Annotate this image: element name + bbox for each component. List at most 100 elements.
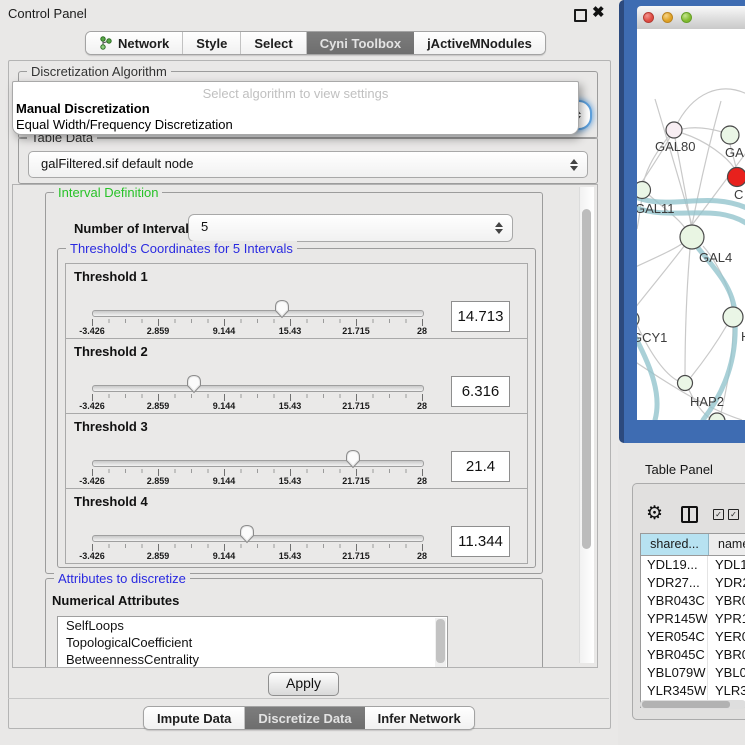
list-scrollbar[interactable] xyxy=(435,618,446,668)
network-node-gal11[interactable] xyxy=(637,182,651,199)
network-node-h[interactable] xyxy=(723,307,743,327)
threshold-value-field[interactable]: 14.713 xyxy=(451,301,510,332)
cell-shared-name[interactable]: YER054C xyxy=(641,628,708,646)
network-graph[interactable]: GAL80GACGAL11GAL4GCY1HHAP2 xyxy=(637,29,745,420)
slider-track[interactable] xyxy=(92,385,424,392)
table-row[interactable]: YDL19...YDL1 xyxy=(641,556,745,574)
cell-shared-name[interactable]: YDR27... xyxy=(641,574,708,592)
cell-shared-name[interactable]: YLR345W xyxy=(641,682,708,700)
cell-name[interactable]: YDL1 xyxy=(708,556,745,574)
cell-name[interactable]: YPR1 xyxy=(708,610,745,628)
apply-button[interactable]: Apply xyxy=(268,672,339,696)
numerical-attributes-list[interactable]: SelfLoopsTopologicalCoefficientBetweenne… xyxy=(57,616,448,668)
threshold-3-row: Threshold 3-3.4262.8599.14415.4321.71528… xyxy=(65,413,528,489)
group-title: Threshold's Coordinates for 5 Intervals xyxy=(66,241,297,256)
slider-thumb[interactable] xyxy=(345,449,361,469)
cell-name[interactable]: YBL0 xyxy=(708,664,745,682)
tab-discretize-data[interactable]: Discretize Data xyxy=(245,707,364,729)
cell-name[interactable]: YBR0 xyxy=(708,646,745,664)
tab-style[interactable]: Style xyxy=(183,32,241,54)
group-title: Interval Definition xyxy=(54,185,162,200)
slider-tick-label: 2.859 xyxy=(128,551,188,561)
table-row[interactable]: YLR345WYLR3 xyxy=(641,682,745,700)
attribute-item-topologicalcoefficient[interactable]: TopologicalCoefficient xyxy=(58,634,447,651)
checkbox-icon[interactable]: ✓ xyxy=(728,509,739,520)
table-data-combo[interactable]: galFiltered.sif default node xyxy=(28,151,588,178)
attribute-item-selfloops[interactable]: SelfLoops xyxy=(58,617,447,634)
slider-track[interactable] xyxy=(92,535,424,542)
network-node-c[interactable] xyxy=(728,168,745,187)
slider-thumb[interactable] xyxy=(239,524,255,544)
cell-shared-name[interactable]: YBR043C xyxy=(641,592,708,610)
minimize-light-icon[interactable] xyxy=(662,12,673,23)
popup-option-equal-width-frequency[interactable]: Equal Width/Frequency Discretization xyxy=(16,117,233,132)
column-header-name[interactable]: name xyxy=(709,534,745,555)
table-row[interactable]: YPR145WYPR1 xyxy=(641,610,745,628)
tab-cyni-toolbox[interactable]: Cyni Toolbox xyxy=(307,32,414,54)
scrollbar-thumb[interactable] xyxy=(582,209,591,549)
table-row[interactable]: YDR27...YDR2 xyxy=(641,574,745,592)
attribute-item-betweennesscentrality[interactable]: BetweennessCentrality xyxy=(58,651,447,668)
threshold-value-field[interactable]: 11.344 xyxy=(451,526,510,557)
popup-option-manual-discretization[interactable]: Manual Discretization xyxy=(16,101,150,116)
scrollbar-thumb[interactable] xyxy=(642,701,730,708)
network-edge[interactable] xyxy=(691,325,727,377)
table-row[interactable]: YBL079WYBL0 xyxy=(641,664,745,682)
node-attribute-table[interactable]: shared... name YDL19...YDL1YDR27...YDR2Y… xyxy=(640,533,745,708)
tab-network[interactable]: Network xyxy=(86,32,183,54)
threshold-label: Threshold 1 xyxy=(74,269,148,284)
cell-name[interactable]: YDR2 xyxy=(708,574,745,592)
cell-name[interactable]: YLR3 xyxy=(708,682,745,700)
network-node-gal4[interactable] xyxy=(680,225,704,249)
settings-gear-icon[interactable]: ⚙ xyxy=(646,502,663,525)
slider-thumb[interactable] xyxy=(274,299,290,319)
tab-jactivemnodules[interactable]: jActiveMNodules xyxy=(414,32,545,54)
cell-name[interactable]: YBR0 xyxy=(708,592,745,610)
table-header-row: shared... name xyxy=(641,534,745,556)
slider-track[interactable] xyxy=(92,460,424,467)
network-node-gal80[interactable] xyxy=(666,122,682,138)
network-canvas[interactable]: GAL80GACGAL11GAL4GCY1HHAP2 xyxy=(637,29,745,420)
network-window-titlebar[interactable] xyxy=(637,6,745,30)
threshold-value-field[interactable]: 6.316 xyxy=(451,376,510,407)
slider-tick-label: 2.859 xyxy=(128,326,188,336)
close-icon[interactable]: ✖ xyxy=(592,3,605,21)
column-header-shared-name[interactable]: shared... xyxy=(641,534,709,555)
slider-thumb[interactable] xyxy=(186,374,202,394)
tab-impute-data[interactable]: Impute Data xyxy=(144,707,245,729)
cell-shared-name[interactable]: YBL079W xyxy=(641,664,708,682)
table-row[interactable]: YBR043CYBR0 xyxy=(641,592,745,610)
checkbox-icon[interactable]: ✓ xyxy=(713,509,724,520)
cell-shared-name[interactable]: YBR045C xyxy=(641,646,708,664)
close-light-icon[interactable] xyxy=(643,12,654,23)
slider-tick-label: 15.43 xyxy=(260,326,320,336)
cell-name[interactable]: YER0 xyxy=(708,628,745,646)
scrollbar-thumb[interactable] xyxy=(436,619,445,663)
tab-infer-network[interactable]: Infer Network xyxy=(365,707,474,729)
network-edge[interactable] xyxy=(674,89,745,130)
table-hscrollbar[interactable] xyxy=(640,700,745,709)
network-edge[interactable] xyxy=(685,249,690,376)
tab-select[interactable]: Select xyxy=(241,32,306,54)
network-view-window: GAL80GACGAL11GAL4GCY1HHAP2 xyxy=(619,0,745,443)
split-table-columns-icon[interactable] xyxy=(681,506,698,523)
slider-tick-label: 28 xyxy=(392,551,452,561)
node-label: GAL11 xyxy=(637,201,675,216)
thresholds-group: Threshold's Coordinates for 5 Intervals … xyxy=(57,248,536,568)
network-node-8[interactable] xyxy=(709,413,725,420)
network-node-hap2[interactable] xyxy=(678,376,693,391)
slider-tick-label: -3.426 xyxy=(62,476,122,486)
network-node-gcy1[interactable] xyxy=(637,311,639,327)
table-row[interactable]: YBR045CYBR0 xyxy=(641,646,745,664)
table-row[interactable]: YER054CYER0 xyxy=(641,628,745,646)
threshold-value-field[interactable]: 21.4 xyxy=(451,451,510,482)
cell-shared-name[interactable]: YPR145W xyxy=(641,610,708,628)
panel-scrollbar[interactable] xyxy=(579,187,594,663)
number-of-intervals-spinner[interactable]: 5 xyxy=(188,214,513,242)
float-window-icon[interactable] xyxy=(574,9,587,22)
network-edge[interactable] xyxy=(682,128,722,132)
cell-shared-name[interactable]: YDL19... xyxy=(641,556,708,574)
zoom-light-icon[interactable] xyxy=(681,12,692,23)
slider-track[interactable] xyxy=(92,310,424,317)
network-node-ga[interactable] xyxy=(721,126,739,144)
